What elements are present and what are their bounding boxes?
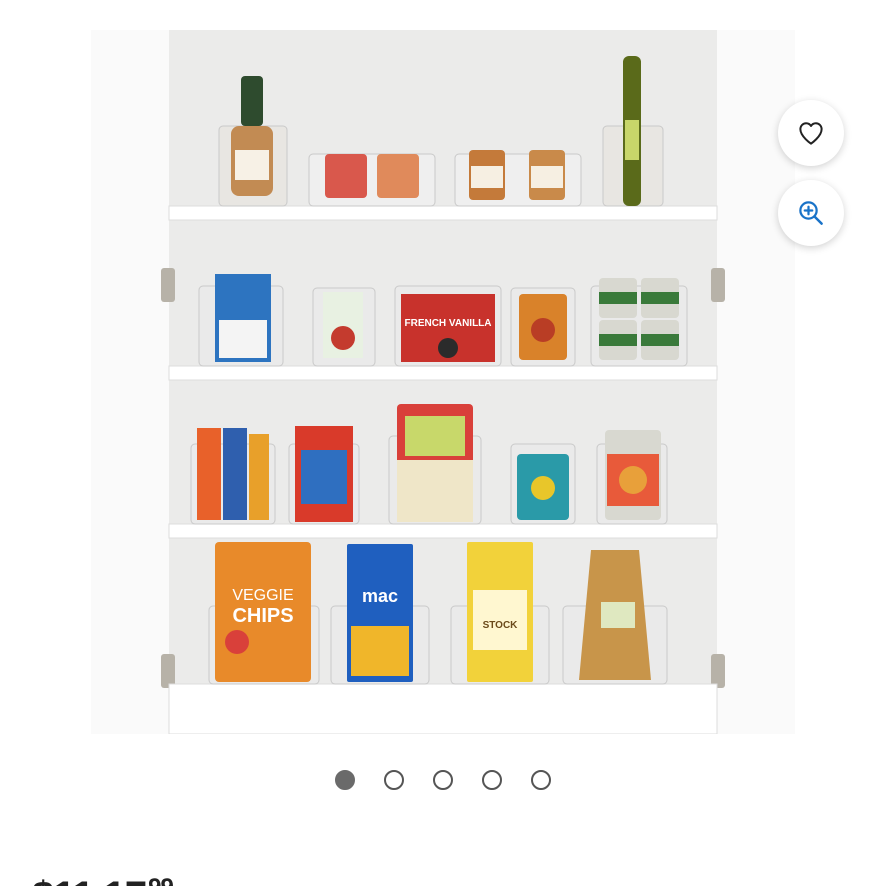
heart-icon <box>799 122 823 145</box>
carousel-dot-2[interactable] <box>384 770 404 790</box>
favorite-button[interactable] <box>778 100 844 166</box>
carousel-dot-1[interactable] <box>335 770 355 790</box>
zoom-button[interactable] <box>778 180 844 246</box>
svg-text:mac: mac <box>362 586 398 606</box>
carousel-dot-3[interactable] <box>433 770 453 790</box>
product-price: $11.1799 <box>32 868 174 886</box>
svg-text:FRENCH VANILLA: FRENCH VANILLA <box>404 318 491 329</box>
carousel-pagination <box>0 770 886 800</box>
price-dollars: $11.17 <box>32 874 147 886</box>
svg-text:STOCK: STOCK <box>483 620 519 631</box>
svg-text:CHIPS: CHIPS <box>232 605 293 627</box>
product-page: FRENCH VANILLA VEGGIE CHIPS mac STOCK <box>0 0 886 886</box>
pantry-illustration: FRENCH VANILLA VEGGIE CHIPS mac STOCK <box>91 30 795 734</box>
carousel-dot-4[interactable] <box>482 770 502 790</box>
svg-text:VEGGIE: VEGGIE <box>232 587 293 604</box>
product-image[interactable]: FRENCH VANILLA VEGGIE CHIPS mac STOCK <box>91 30 795 734</box>
zoom-in-icon <box>799 201 823 225</box>
carousel-dot-5[interactable] <box>531 770 551 790</box>
price-cents: 99 <box>148 874 174 886</box>
